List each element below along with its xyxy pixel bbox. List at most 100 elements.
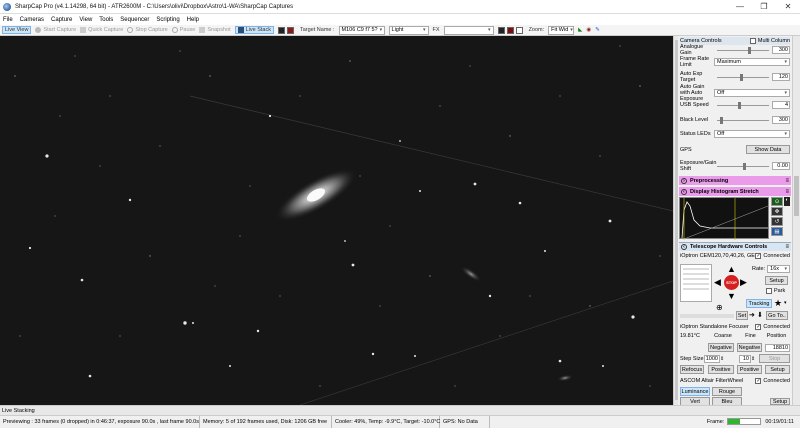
auto-gain-select[interactable]: Off: [714, 89, 790, 97]
star-icon[interactable]: ★: [774, 298, 782, 309]
menu-tools[interactable]: Tools: [99, 17, 113, 23]
reset-icon[interactable]: ↺: [771, 217, 783, 226]
frame-type-select[interactable]: Light: [388, 25, 429, 35]
image-viewport[interactable]: [0, 36, 673, 405]
telescope-header[interactable]: ‹ Telescope Hardware Controls ≡: [679, 242, 791, 251]
menu-icon[interactable]: ≡: [785, 189, 789, 195]
coarse-positive-button[interactable]: Positive: [708, 365, 734, 374]
contrast-icon[interactable]: ◐: [784, 197, 790, 206]
color-swatch-icon[interactable]: [277, 26, 296, 34]
restore-icon[interactable]: ❐: [752, 0, 776, 14]
filterwheel-setup-button[interactable]: Setup: [770, 398, 790, 405]
east-arrow-icon[interactable]: ▶: [740, 277, 747, 288]
coarse-step-input[interactable]: 1000: [704, 354, 720, 363]
fx-swatches[interactable]: [497, 26, 525, 34]
park-label: Park: [774, 288, 786, 294]
rate-select[interactable]: 16x: [767, 265, 790, 273]
snapshot-button[interactable]: Snapshot: [199, 27, 231, 33]
focuser-connected-checkbox[interactable]: ✓: [755, 324, 762, 330]
fine-positive-button[interactable]: Positive: [737, 365, 762, 374]
menu-scripting[interactable]: Scripting: [156, 17, 179, 23]
target-icon[interactable]: ◉: [586, 27, 591, 33]
log-icon[interactable]: ▤: [771, 227, 783, 236]
minimize-icon[interactable]: —: [728, 0, 752, 14]
histogram-label: Display Histogram Stretch: [690, 188, 759, 195]
menu-icon[interactable]: ≡: [785, 244, 789, 250]
frame-rate-select[interactable]: Maximum: [714, 58, 790, 66]
control-panel: Camera Controls Multi Column Analogue Ga…: [678, 36, 792, 405]
tracking-button[interactable]: Tracking: [746, 299, 772, 308]
usb-speed-input[interactable]: 4: [772, 101, 790, 109]
coarse-step-spin-icon[interactable]: ⇕: [720, 356, 732, 362]
menu-file[interactable]: File: [3, 17, 13, 23]
refocus-button[interactable]: Refocus: [680, 365, 704, 374]
brush-icon[interactable]: ✎: [595, 27, 600, 33]
status-leds-select[interactable]: Off: [714, 130, 790, 138]
fine-step-input[interactable]: 10: [739, 354, 751, 363]
menu-view[interactable]: View: [79, 17, 92, 23]
stop-capture-button[interactable]: Stop Capture: [127, 27, 168, 33]
start-capture-label: Start Capture: [43, 27, 77, 33]
usb-speed-slider[interactable]: [717, 101, 769, 109]
histogram-icon[interactable]: ◣: [578, 27, 582, 33]
crosshair-icon[interactable]: ⊕: [716, 303, 723, 312]
pause-button[interactable]: Pause: [171, 27, 195, 33]
live-view-button[interactable]: Live View: [2, 26, 32, 34]
fx-select[interactable]: [443, 25, 494, 35]
coarse-negative-button[interactable]: Negative: [708, 343, 734, 352]
set-button[interactable]: Set: [736, 311, 748, 320]
close-icon[interactable]: ✕: [776, 0, 800, 14]
quick-capture-button[interactable]: Quick Capture: [80, 27, 123, 33]
mount-connected-checkbox[interactable]: ✓: [755, 253, 762, 259]
west-arrow-icon[interactable]: ◀: [714, 277, 721, 288]
auto-exp-input[interactable]: 120: [772, 73, 790, 81]
filter-rouge-button[interactable]: Rouge: [712, 387, 742, 396]
live-stack-button[interactable]: Live Stack: [234, 26, 274, 34]
start-capture-button[interactable]: Start Capture: [35, 27, 76, 33]
zoom-select[interactable]: Fit Wid: [548, 25, 575, 35]
histogram-header[interactable]: ‹ Display Histogram Stretch ≡: [679, 187, 791, 196]
goto-forward-icon[interactable]: ➜: [749, 311, 755, 319]
filter-luminance-button[interactable]: Luminance: [680, 387, 710, 396]
south-arrow-icon[interactable]: ▼: [727, 291, 736, 301]
mount-setup-button[interactable]: Setup: [765, 276, 788, 285]
frame-label: Frame:: [706, 418, 725, 425]
live-stack-icon: [237, 27, 244, 33]
menu-cameras[interactable]: Cameras: [20, 17, 44, 23]
fine-label: Fine: [745, 333, 756, 339]
tracking-dropdown-icon[interactable]: ▾: [784, 300, 787, 306]
exposure-shift-slider[interactable]: [717, 162, 769, 170]
histogram-display[interactable]: [679, 197, 769, 240]
analogue-gain-slider[interactable]: [717, 46, 769, 54]
live-stacking-bar[interactable]: Live Stacking: [0, 405, 800, 415]
focuser-stop-button[interactable]: Stop: [759, 354, 790, 363]
panel-scroll-thumb[interactable]: [794, 176, 799, 216]
black-level-slider[interactable]: [717, 116, 769, 124]
menu-help[interactable]: Help: [187, 17, 199, 23]
north-arrow-icon[interactable]: ▲: [727, 264, 736, 274]
move-icon[interactable]: ✥: [771, 207, 783, 216]
fine-step-spin-icon[interactable]: ⇕: [751, 356, 759, 362]
exposure-shift-input[interactable]: 0.00: [772, 162, 790, 170]
focuser-setup-button[interactable]: Setup: [765, 365, 790, 374]
filter-vert-button[interactable]: Vert: [680, 397, 710, 405]
menu-icon[interactable]: ≡: [785, 178, 789, 184]
menu-capture[interactable]: Capture: [51, 17, 72, 23]
focuser-name: iOptron Standalone Focuser: [680, 324, 749, 330]
analogue-gain-input[interactable]: 300: [772, 46, 790, 54]
fine-negative-button[interactable]: Negative: [737, 343, 762, 352]
park-checkbox[interactable]: [766, 288, 772, 294]
goto-button[interactable]: Go To..: [766, 311, 788, 320]
target-name-input[interactable]: M106 C9 f7 5?: [338, 25, 385, 35]
stop-button[interactable]: STOP: [724, 275, 739, 290]
show-data-button[interactable]: Show Data: [746, 145, 790, 154]
auto-stretch-icon[interactable]: ⊙: [771, 197, 783, 206]
filter-bleu-button[interactable]: Bleu: [712, 397, 742, 405]
preprocessing-header[interactable]: › Preprocessing ≡: [679, 176, 791, 185]
filterwheel-connected-checkbox[interactable]: ✓: [755, 378, 762, 384]
sync-down-icon[interactable]: ⬇: [757, 311, 763, 319]
auto-exp-slider[interactable]: [717, 73, 769, 81]
black-level-input[interactable]: 300: [772, 116, 790, 124]
menu-sequencer[interactable]: Sequencer: [120, 17, 149, 23]
panel-scrollbar[interactable]: [792, 36, 800, 405]
